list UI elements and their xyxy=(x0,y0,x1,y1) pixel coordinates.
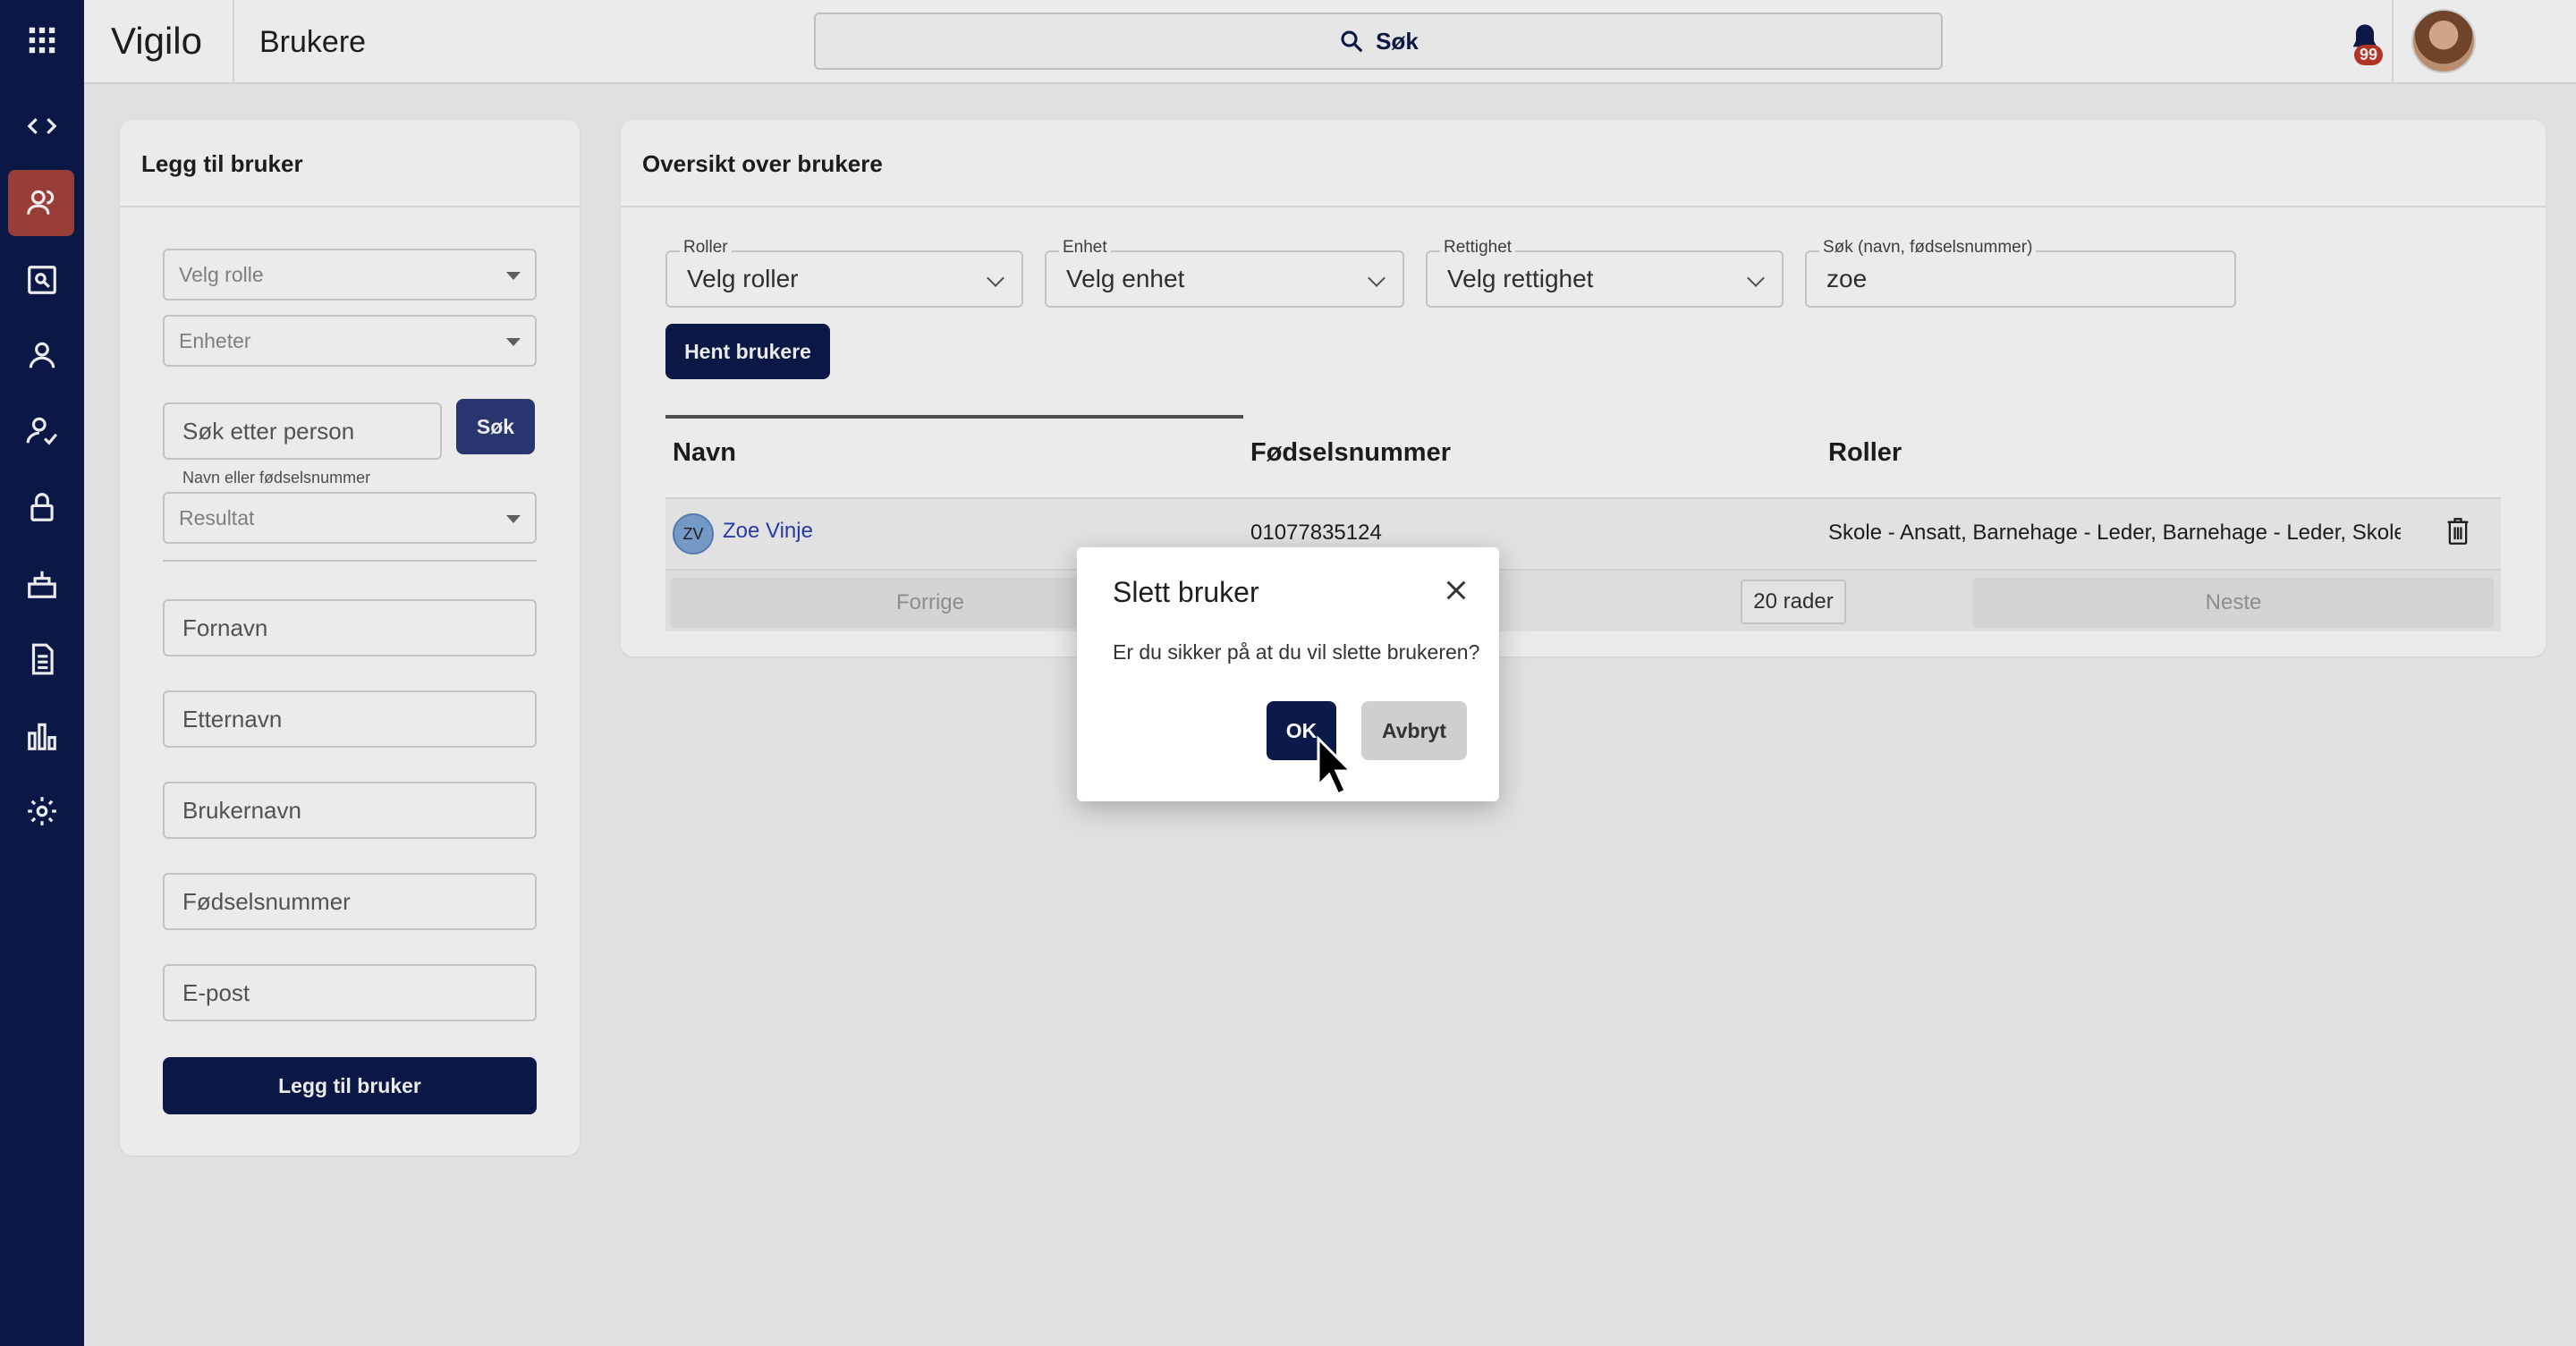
mouse-cursor-icon xyxy=(1317,735,1354,797)
delete-user-dialog: Slett bruker Er du sikker på at du vil s… xyxy=(1077,547,1499,801)
cancel-button[interactable]: Avbryt xyxy=(1361,701,1467,760)
dialog-title: Slett bruker xyxy=(1113,576,1259,608)
dialog-message: Er du sikker på at du vil slette brukere… xyxy=(1113,640,1480,664)
close-dialog-button[interactable] xyxy=(1444,578,1470,605)
close-icon xyxy=(1446,580,1466,600)
